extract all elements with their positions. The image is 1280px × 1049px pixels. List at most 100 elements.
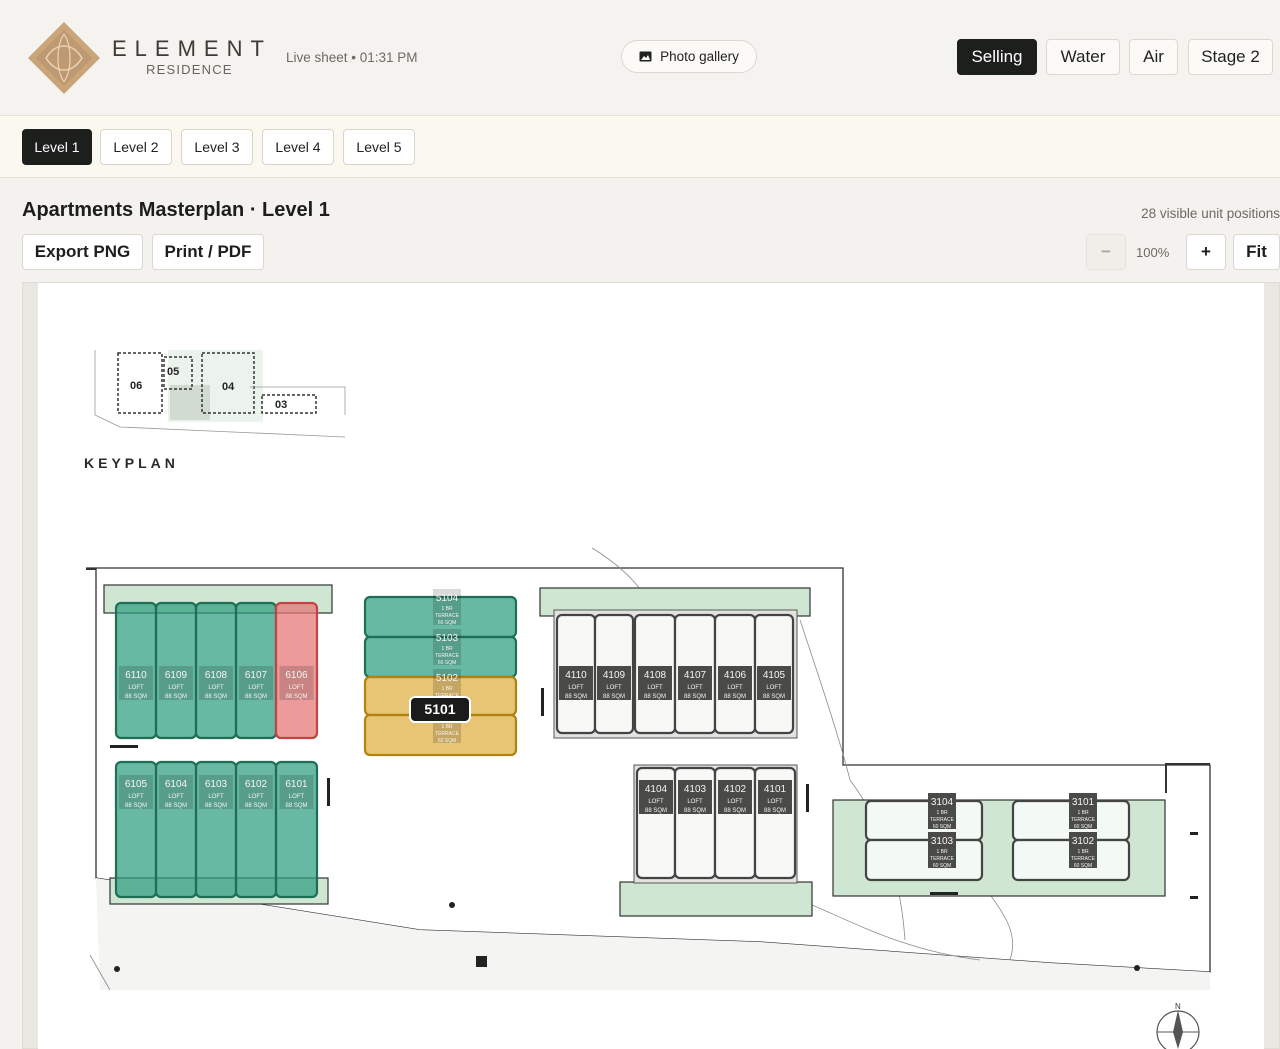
unit-6103[interactable]: 6103 LOFT 88 SQM <box>194 760 238 899</box>
unit-detail: LOFT <box>168 794 184 800</box>
unit-detail: TERRACE <box>930 817 955 823</box>
unit-6106[interactable]: 6106 LOFT 88 SQM <box>274 601 319 740</box>
unit-detail: LOFT <box>766 685 782 691</box>
unit-number: 4110 <box>565 670 587 681</box>
unit-detail: 60 SQM <box>1074 824 1092 830</box>
unit-detail: 1 BR <box>441 724 453 730</box>
unit-detail: 88 SQM <box>644 694 666 700</box>
unit-4101[interactable]: 4101 LOFT 88 SQM <box>753 766 797 880</box>
unit-detail: 60 SQM <box>933 863 951 869</box>
unit-detail: TERRACE <box>435 653 460 659</box>
unit-detail: 88 SQM <box>285 803 307 809</box>
unit-4103[interactable]: 4103 LOFT 88 SQM <box>673 766 717 880</box>
unit-detail: 88 SQM <box>565 694 587 700</box>
unit-number: 6107 <box>245 670 268 681</box>
unit-number: 6104 <box>165 779 188 790</box>
unit-4108[interactable]: 4108 LOFT 88 SQM <box>633 613 677 735</box>
unit-number: 3104 <box>931 797 954 808</box>
unit-detail: LOFT <box>248 685 264 691</box>
unit-6109[interactable]: 6109 LOFT 88 SQM <box>154 601 198 740</box>
unit-number: 4109 <box>603 670 626 681</box>
unit-number: 4108 <box>644 670 667 681</box>
unit-6105[interactable]: 6105 LOFT 88 SQM <box>114 760 158 899</box>
unit-detail: LOFT <box>128 794 144 800</box>
unit-detail: LOFT <box>767 799 783 805</box>
unit-number: 6106 <box>285 670 308 681</box>
unit-6107[interactable]: 6107 LOFT 88 SQM <box>234 601 278 740</box>
unit-6101[interactable]: 6101 LOFT 88 SQM <box>274 760 319 899</box>
unit-detail: 88 SQM <box>764 808 786 814</box>
compass-north: N <box>1175 1002 1181 1011</box>
unit-detail: LOFT <box>208 794 224 800</box>
unit-detail: LOFT <box>289 685 305 691</box>
unit-number: 6103 <box>205 779 228 790</box>
unit-detail: 1 BR <box>936 849 948 855</box>
unit-detail: LOFT <box>687 685 703 691</box>
unit-detail: LOFT <box>606 685 622 691</box>
masterplan-diagram: 6110 LOFT 88 SQM 6109 LOFT 88 SQM 6108 LOFT 88 S… <box>86 547 1211 1049</box>
unit-detail: LOFT <box>168 685 184 691</box>
unit-detail: 88 SQM <box>205 803 227 809</box>
unit-detail: TERRACE <box>1071 856 1096 862</box>
unit-3102[interactable]: 3102 1 BRTERRACE60 SQM <box>1011 832 1131 882</box>
unit-4110[interactable]: 4110 LOFT 88 SQM <box>555 613 597 735</box>
unit-detail: 88 SQM <box>724 694 746 700</box>
unit-detail: TERRACE <box>930 856 955 862</box>
unit-number: 6108 <box>205 670 228 681</box>
unit-detail: 88 SQM <box>245 803 267 809</box>
unit-6110[interactable]: 6110 LOFT 88 SQM <box>114 601 158 740</box>
unit-number: 3101 <box>1072 797 1095 808</box>
unit-6104[interactable]: 6104 LOFT 88 SQM <box>154 760 198 899</box>
unit-detail: LOFT <box>568 685 584 691</box>
unit-detail: 1 BR <box>1077 849 1089 855</box>
compass-icon: N <box>1156 1002 1200 1049</box>
unit-detail: LOFT <box>128 685 144 691</box>
unit-number: 6105 <box>125 779 148 790</box>
unit-detail: LOFT <box>208 685 224 691</box>
unit-6102[interactable]: 6102 LOFT 88 SQM <box>234 760 278 899</box>
unit-detail: LOFT <box>647 685 663 691</box>
unit-detail: 1 BR <box>441 606 453 612</box>
unit-callout: 5101 <box>409 696 471 723</box>
unit-detail: 88 SQM <box>603 694 625 700</box>
unit-number: 6109 <box>165 670 188 681</box>
unit-detail: LOFT <box>727 685 743 691</box>
unit-4107[interactable]: 4107 LOFT 88 SQM <box>673 613 717 735</box>
unit-detail: 88 SQM <box>684 694 706 700</box>
unit-detail: 88 SQM <box>125 803 147 809</box>
unit-4102[interactable]: 4102 LOFT 88 SQM <box>713 766 757 880</box>
callout-label: 5101 <box>424 701 455 717</box>
unit-detail: TERRACE <box>1071 817 1096 823</box>
unit-detail: TERRACE <box>435 731 460 737</box>
unit-detail: 1 BR <box>441 646 453 652</box>
unit-number: 5102 <box>436 673 459 684</box>
unit-6108[interactable]: 6108 LOFT 88 SQM <box>194 601 238 740</box>
unit-detail: 88 SQM <box>245 694 267 700</box>
unit-4105[interactable]: 4105 LOFT 88 SQM <box>753 613 795 735</box>
unit-number: 4103 <box>684 784 707 795</box>
unit-detail: 88 SQM <box>165 694 187 700</box>
unit-detail: 60 SQM <box>438 738 456 744</box>
unit-detail: 88 SQM <box>724 808 746 814</box>
unit-detail: 88 SQM <box>645 808 667 814</box>
unit-number: 4102 <box>724 784 747 795</box>
unit-detail: 88 SQM <box>763 694 785 700</box>
unit-number: 3103 <box>931 836 954 847</box>
unit-detail: 1 BR <box>1077 810 1089 816</box>
unit-detail: 60 SQM <box>438 620 456 626</box>
unit-detail: LOFT <box>648 799 664 805</box>
unit-detail: 1 BR <box>936 810 948 816</box>
unit-detail: 60 SQM <box>933 824 951 830</box>
unit-4109[interactable]: 4109 LOFT 88 SQM <box>593 613 635 735</box>
unit-3103[interactable]: 3103 1 BRTERRACE60 SQM <box>864 832 984 882</box>
unit-4106[interactable]: 4106 LOFT 88 SQM <box>713 613 757 735</box>
unit-3104[interactable]: 3104 1 BRTERRACE60 SQM <box>864 793 984 842</box>
unit-detail: LOFT <box>248 794 264 800</box>
unit-number: 3102 <box>1072 836 1095 847</box>
unit-detail: 88 SQM <box>205 694 227 700</box>
unit-detail: LOFT <box>687 799 703 805</box>
unit-4104[interactable]: 4104 LOFT 88 SQM <box>635 766 677 880</box>
unit-number: 4105 <box>763 670 786 681</box>
unit-number: 5104 <box>436 593 459 604</box>
unit-number: 6110 <box>125 670 147 681</box>
